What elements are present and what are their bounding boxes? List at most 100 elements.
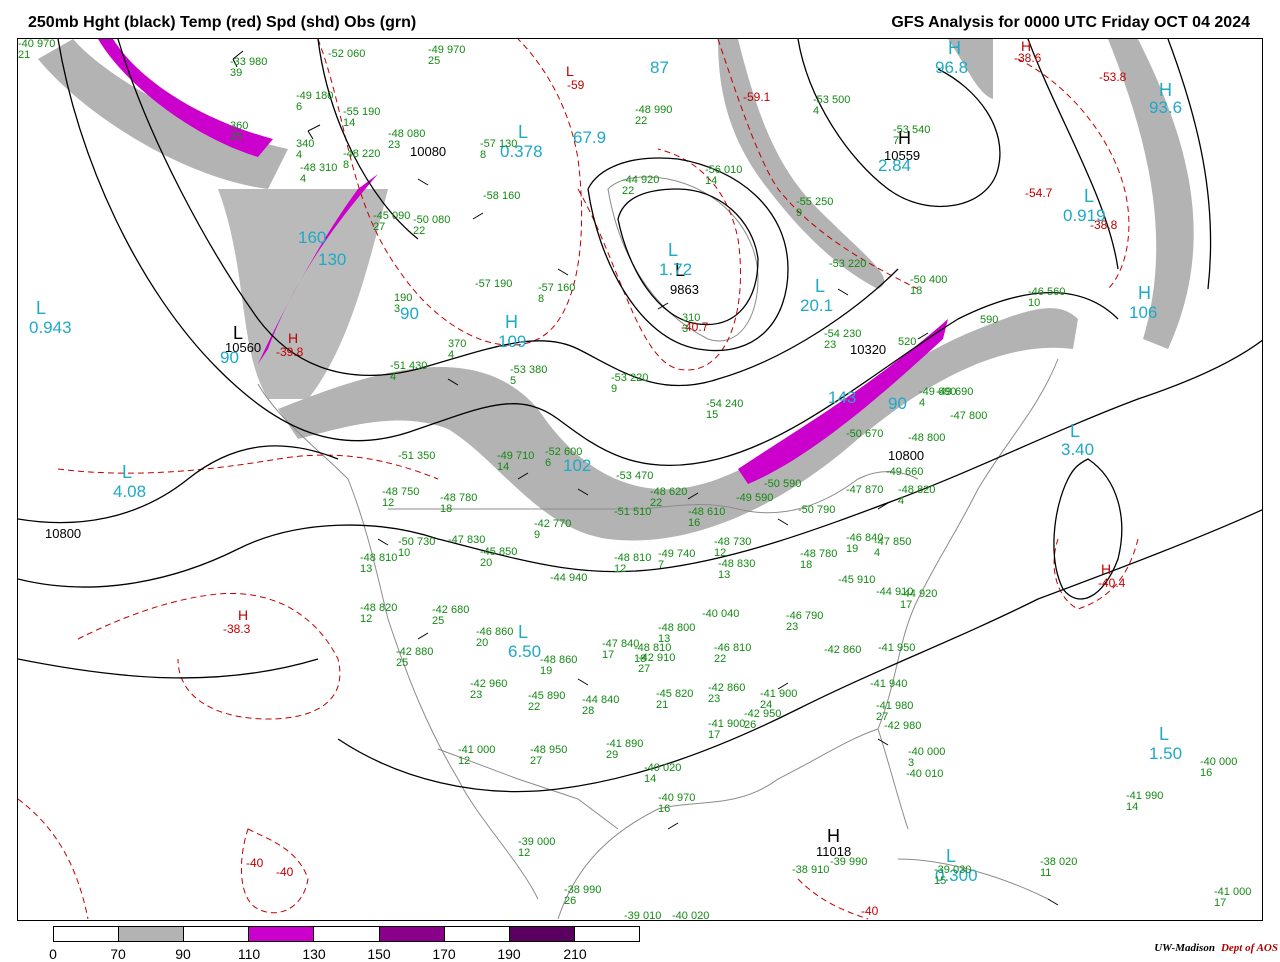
station-temp-height: -40 010 bbox=[906, 768, 944, 780]
speed-min-marker: L bbox=[518, 122, 529, 142]
speed-max-marker: H bbox=[1138, 283, 1151, 303]
station-observation: -40 020 14 bbox=[644, 763, 681, 785]
station-dewpoint-depression: 12 bbox=[614, 563, 627, 575]
wind-speed-label: 96.8 bbox=[935, 58, 969, 77]
station-dewpoint-depression: 3 bbox=[682, 323, 689, 335]
isotherm-5 bbox=[77, 592, 341, 720]
temperature-label: -39.8 bbox=[276, 345, 304, 359]
legend-swatch bbox=[249, 927, 315, 941]
station-observation: -48 610 16 bbox=[688, 507, 725, 529]
station-dewpoint-depression: 18 bbox=[800, 559, 813, 571]
temperature-label: -59.1 bbox=[743, 90, 771, 104]
station-observation: -47 800 bbox=[950, 411, 987, 422]
station-dewpoint-depression: 13 bbox=[360, 563, 373, 575]
temperature-high-marker: H bbox=[238, 607, 249, 623]
station-observation: -48 780 18 bbox=[800, 549, 837, 571]
station-dewpoint-depression: 10 bbox=[398, 547, 411, 559]
station-temp-height: -44 940 bbox=[550, 572, 588, 584]
temperature-label: -40 bbox=[246, 856, 264, 870]
wind-speed-label: 0.943 bbox=[29, 318, 72, 337]
temperature-label: -40.4 bbox=[1098, 576, 1126, 590]
station-temp-height: -57 190 bbox=[475, 278, 513, 290]
station-observation: -53 220 9 bbox=[611, 373, 648, 395]
station-dewpoint-depression: 25 bbox=[230, 131, 243, 143]
station-temp-height: -41 940 bbox=[870, 678, 908, 690]
station-temp-height: -40 040 bbox=[702, 608, 740, 620]
station-dewpoint-depression: 16 bbox=[658, 803, 671, 815]
station-dewpoint-depression: 29 bbox=[606, 749, 619, 761]
station-observation: -48 620 22 bbox=[650, 487, 687, 509]
station-observation: -46 860 20 bbox=[476, 627, 513, 649]
station-observation: 370 4 bbox=[448, 339, 466, 361]
station-observation: -47 830 bbox=[448, 535, 485, 546]
station-observation: -44 840 28 bbox=[582, 695, 619, 717]
station-observation: -58 160 bbox=[483, 191, 520, 202]
station-dewpoint-depression: 12 bbox=[360, 613, 373, 625]
station-dewpoint-depression: 9 bbox=[796, 207, 803, 219]
station-dewpoint-depression: 14 bbox=[644, 773, 657, 785]
station-observation: -48 810 13 bbox=[360, 553, 397, 575]
station-observation: -49 590 bbox=[736, 493, 773, 504]
station-observation: -49 690 bbox=[936, 387, 973, 398]
station-observation: -50 080 22 bbox=[413, 215, 450, 237]
station-observation: -50 590 bbox=[764, 479, 801, 490]
station-observation: -49 740 7 bbox=[658, 549, 695, 571]
station-dewpoint-depression: 8 bbox=[343, 159, 350, 171]
station-observation: -48 950 27 bbox=[530, 745, 567, 767]
station-dewpoint-depression: 8 bbox=[538, 293, 545, 305]
station-temp-height: -42 980 bbox=[884, 720, 922, 732]
station-observation: -53 220 bbox=[829, 259, 866, 270]
station-temp-height: -39 010 bbox=[624, 910, 662, 921]
speed-min-marker: L bbox=[668, 240, 679, 260]
station-dewpoint-depression: 12 bbox=[458, 755, 471, 767]
wind-speed-label: 93.6 bbox=[1149, 98, 1183, 117]
wind-barb bbox=[417, 632, 429, 640]
station-observation: -42 950 26 bbox=[744, 709, 781, 731]
station-observation: -39 000 12 bbox=[518, 837, 555, 859]
station-observation: -50 670 bbox=[846, 429, 883, 440]
speed-min-marker: L bbox=[815, 276, 826, 296]
wind-barb bbox=[837, 288, 849, 296]
station-observation: -45 890 22 bbox=[528, 691, 565, 713]
station-observation: -53 470 bbox=[616, 471, 653, 482]
station-dewpoint-depression: 12 bbox=[382, 497, 395, 509]
station-observation: -46 790 23 bbox=[786, 611, 823, 633]
legend-swatch bbox=[314, 927, 380, 941]
station-observation: -38 910 bbox=[792, 865, 829, 876]
wind-speed-label: 90 bbox=[888, 394, 907, 413]
station-temp-height: -42 860 bbox=[824, 644, 862, 656]
temperature-high-marker: H bbox=[1101, 561, 1112, 577]
speed-min-marker: L bbox=[1159, 724, 1170, 744]
wind-speed-label: 1.50 bbox=[1149, 744, 1183, 763]
station-dewpoint-depression: 21 bbox=[656, 699, 669, 711]
station-dewpoint-depression: 23 bbox=[786, 621, 799, 633]
station-dewpoint-depression: 15 bbox=[706, 409, 719, 421]
station-dewpoint-depression: 4 bbox=[390, 371, 397, 383]
station-dewpoint-depression: 16 bbox=[1200, 767, 1213, 779]
station-temp-height: -53 220 bbox=[829, 258, 867, 270]
height-contour-4 bbox=[617, 188, 759, 326]
wind-speed-label: 4.08 bbox=[113, 482, 147, 501]
station-observation: -57 160 8 bbox=[538, 283, 575, 305]
station-observation: -40 970 21 bbox=[18, 39, 55, 61]
station-dewpoint-depression: 39 bbox=[230, 67, 243, 79]
wind-barb bbox=[1047, 898, 1059, 906]
station-observation: -57 190 bbox=[475, 279, 512, 290]
station-observation: -55 190 14 bbox=[343, 107, 380, 129]
isotherm-6 bbox=[240, 828, 309, 914]
station-dewpoint-depression: 11 bbox=[1040, 867, 1052, 879]
wind-barb bbox=[377, 538, 389, 546]
station-dewpoint-depression: 12 bbox=[518, 847, 531, 859]
station-observation: 360 25 bbox=[230, 121, 248, 143]
station-observation: -48 730 12 bbox=[714, 537, 751, 559]
speed-min-marker: L bbox=[122, 462, 133, 482]
station-temp-height: -50 590 bbox=[764, 478, 802, 490]
station-dewpoint-depression: 20 bbox=[480, 557, 493, 569]
wind-speed-label: 67.9 bbox=[573, 128, 607, 147]
temperature-label: -40 bbox=[276, 865, 294, 879]
temperature-low-marker: L bbox=[566, 63, 574, 79]
speed-min-marker: L bbox=[36, 298, 47, 318]
station-dewpoint-depression: 23 bbox=[388, 139, 401, 151]
station-observation: -49 180 6 bbox=[296, 91, 333, 113]
station-observation: -41 940 bbox=[870, 679, 907, 690]
